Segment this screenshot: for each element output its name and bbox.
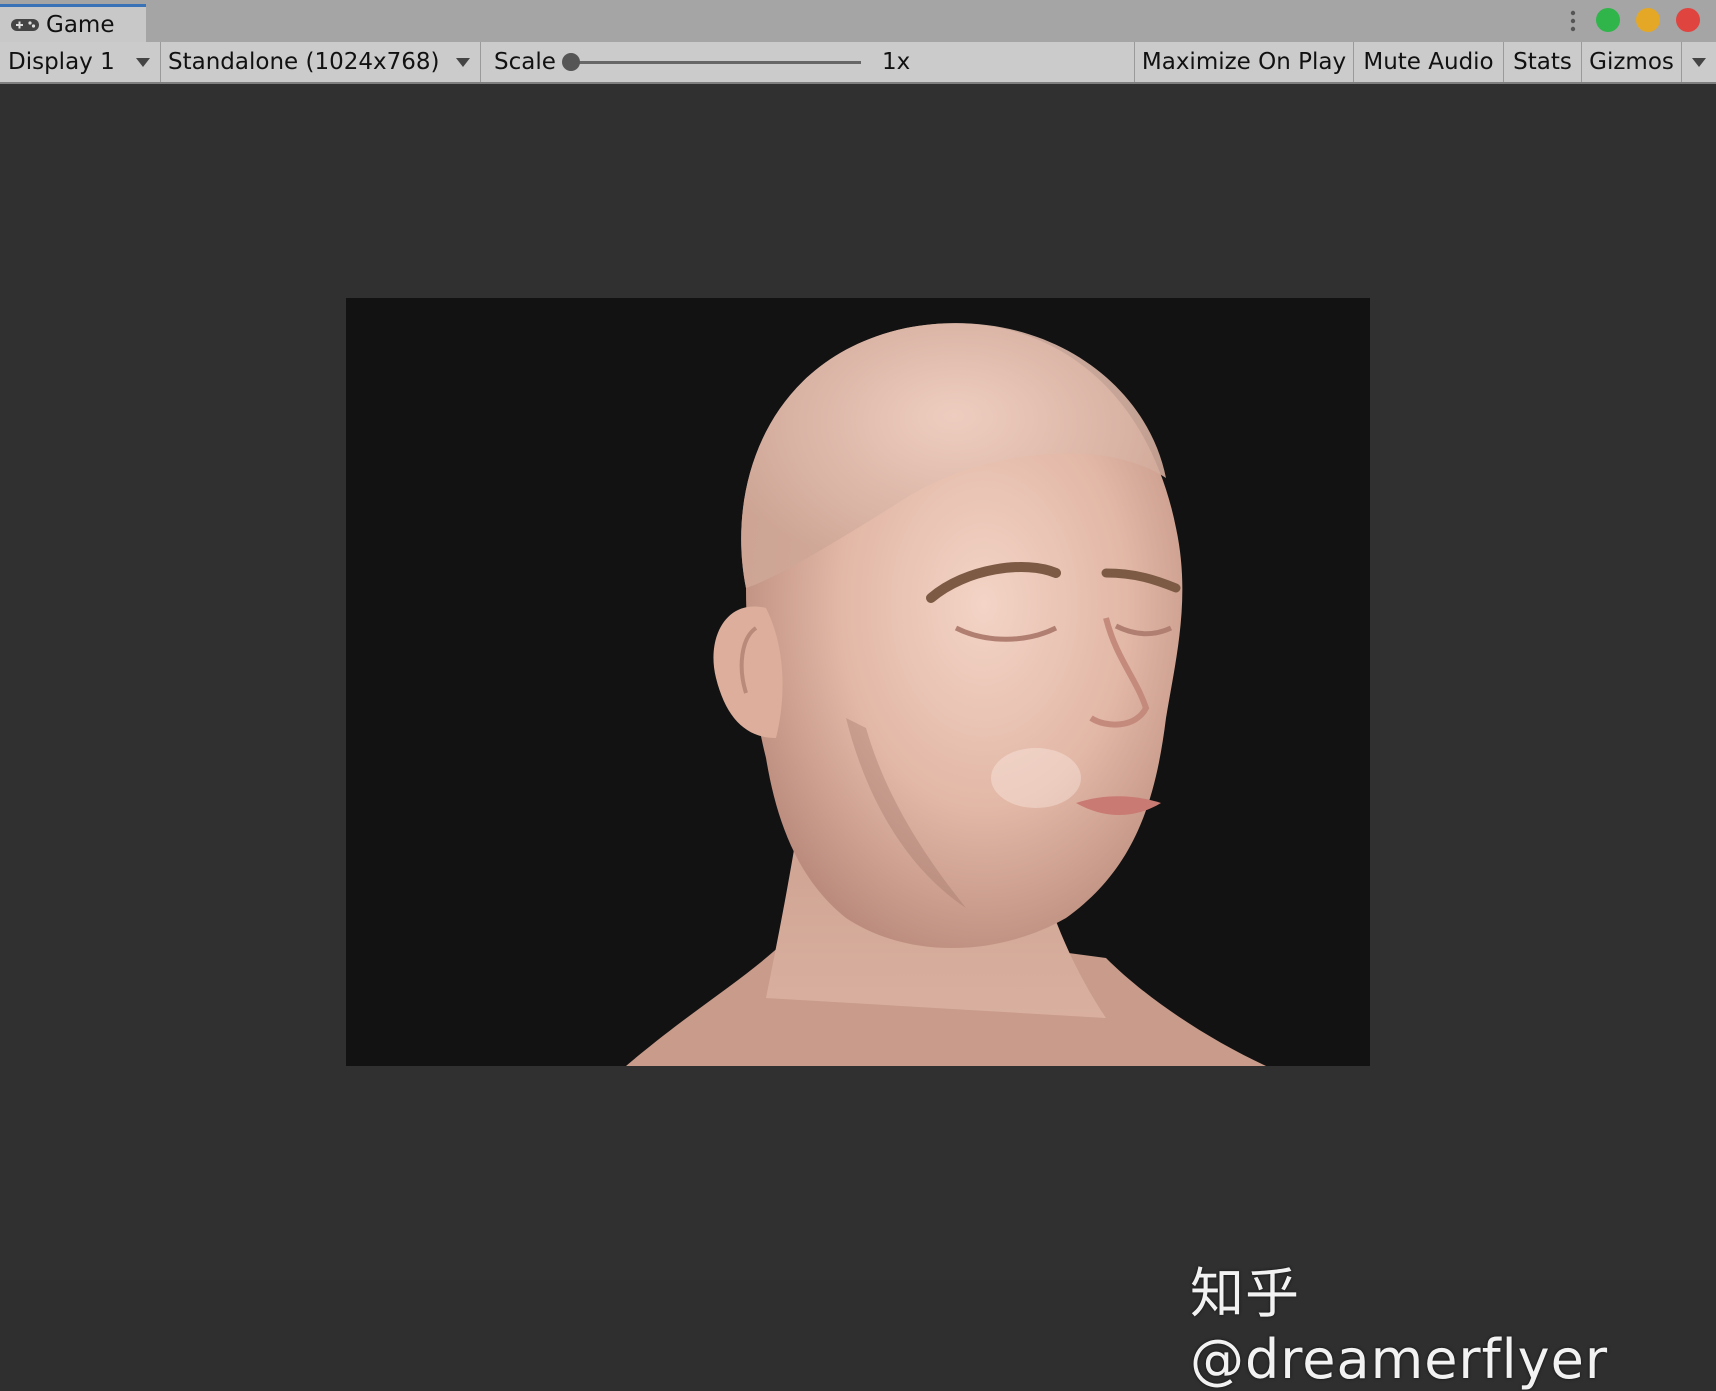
resolution-dropdown[interactable]: Standalone (1024x768)	[161, 42, 481, 82]
maximize-window-button[interactable]	[1596, 8, 1620, 32]
minimize-window-button[interactable]	[1636, 8, 1660, 32]
display-dropdown[interactable]: Display 1	[0, 42, 161, 82]
stats-toggle[interactable]: Stats	[1504, 42, 1582, 82]
mute-audio-label: Mute Audio	[1363, 49, 1494, 75]
rendered-game-frame	[346, 298, 1370, 1066]
gizmos-toggle[interactable]: Gizmos	[1582, 42, 1682, 82]
scale-label: Scale	[494, 49, 556, 75]
rendered-head-image	[626, 323, 1266, 1066]
stats-label: Stats	[1513, 49, 1572, 75]
mute-audio-toggle[interactable]: Mute Audio	[1354, 42, 1504, 82]
resolution-dropdown-label: Standalone (1024x768)	[168, 49, 440, 75]
scale-value: 1x	[882, 49, 911, 75]
tab-game-label: Game	[46, 11, 115, 38]
kebab-menu-icon[interactable]	[1568, 10, 1578, 32]
maximize-on-play-label: Maximize On Play	[1141, 49, 1347, 75]
maximize-on-play-toggle[interactable]: Maximize On Play	[1135, 42, 1354, 82]
scale-slider-track[interactable]	[571, 61, 861, 64]
chevron-down-icon	[1692, 58, 1706, 67]
game-viewport[interactable]: 知乎 @dreamerflyer	[0, 84, 1716, 1391]
scale-slider-thumb[interactable]	[562, 53, 580, 71]
chevron-down-icon	[456, 58, 470, 67]
watermark-text: 知乎 @dreamerflyer	[1190, 1262, 1609, 1391]
gizmos-label: Gizmos	[1589, 49, 1674, 75]
gamepad-icon	[10, 16, 40, 34]
gizmos-dropdown[interactable]	[1682, 42, 1716, 82]
scale-control: Scale 1x	[481, 42, 1135, 82]
close-window-button[interactable]	[1676, 8, 1700, 32]
display-dropdown-label: Display 1	[8, 49, 115, 75]
game-view-toolbar: Display 1 Standalone (1024x768) Scale 1x…	[0, 42, 1716, 84]
chevron-down-icon	[136, 58, 150, 67]
tab-bar: Game	[0, 0, 1716, 43]
tab-game[interactable]: Game	[0, 4, 146, 42]
